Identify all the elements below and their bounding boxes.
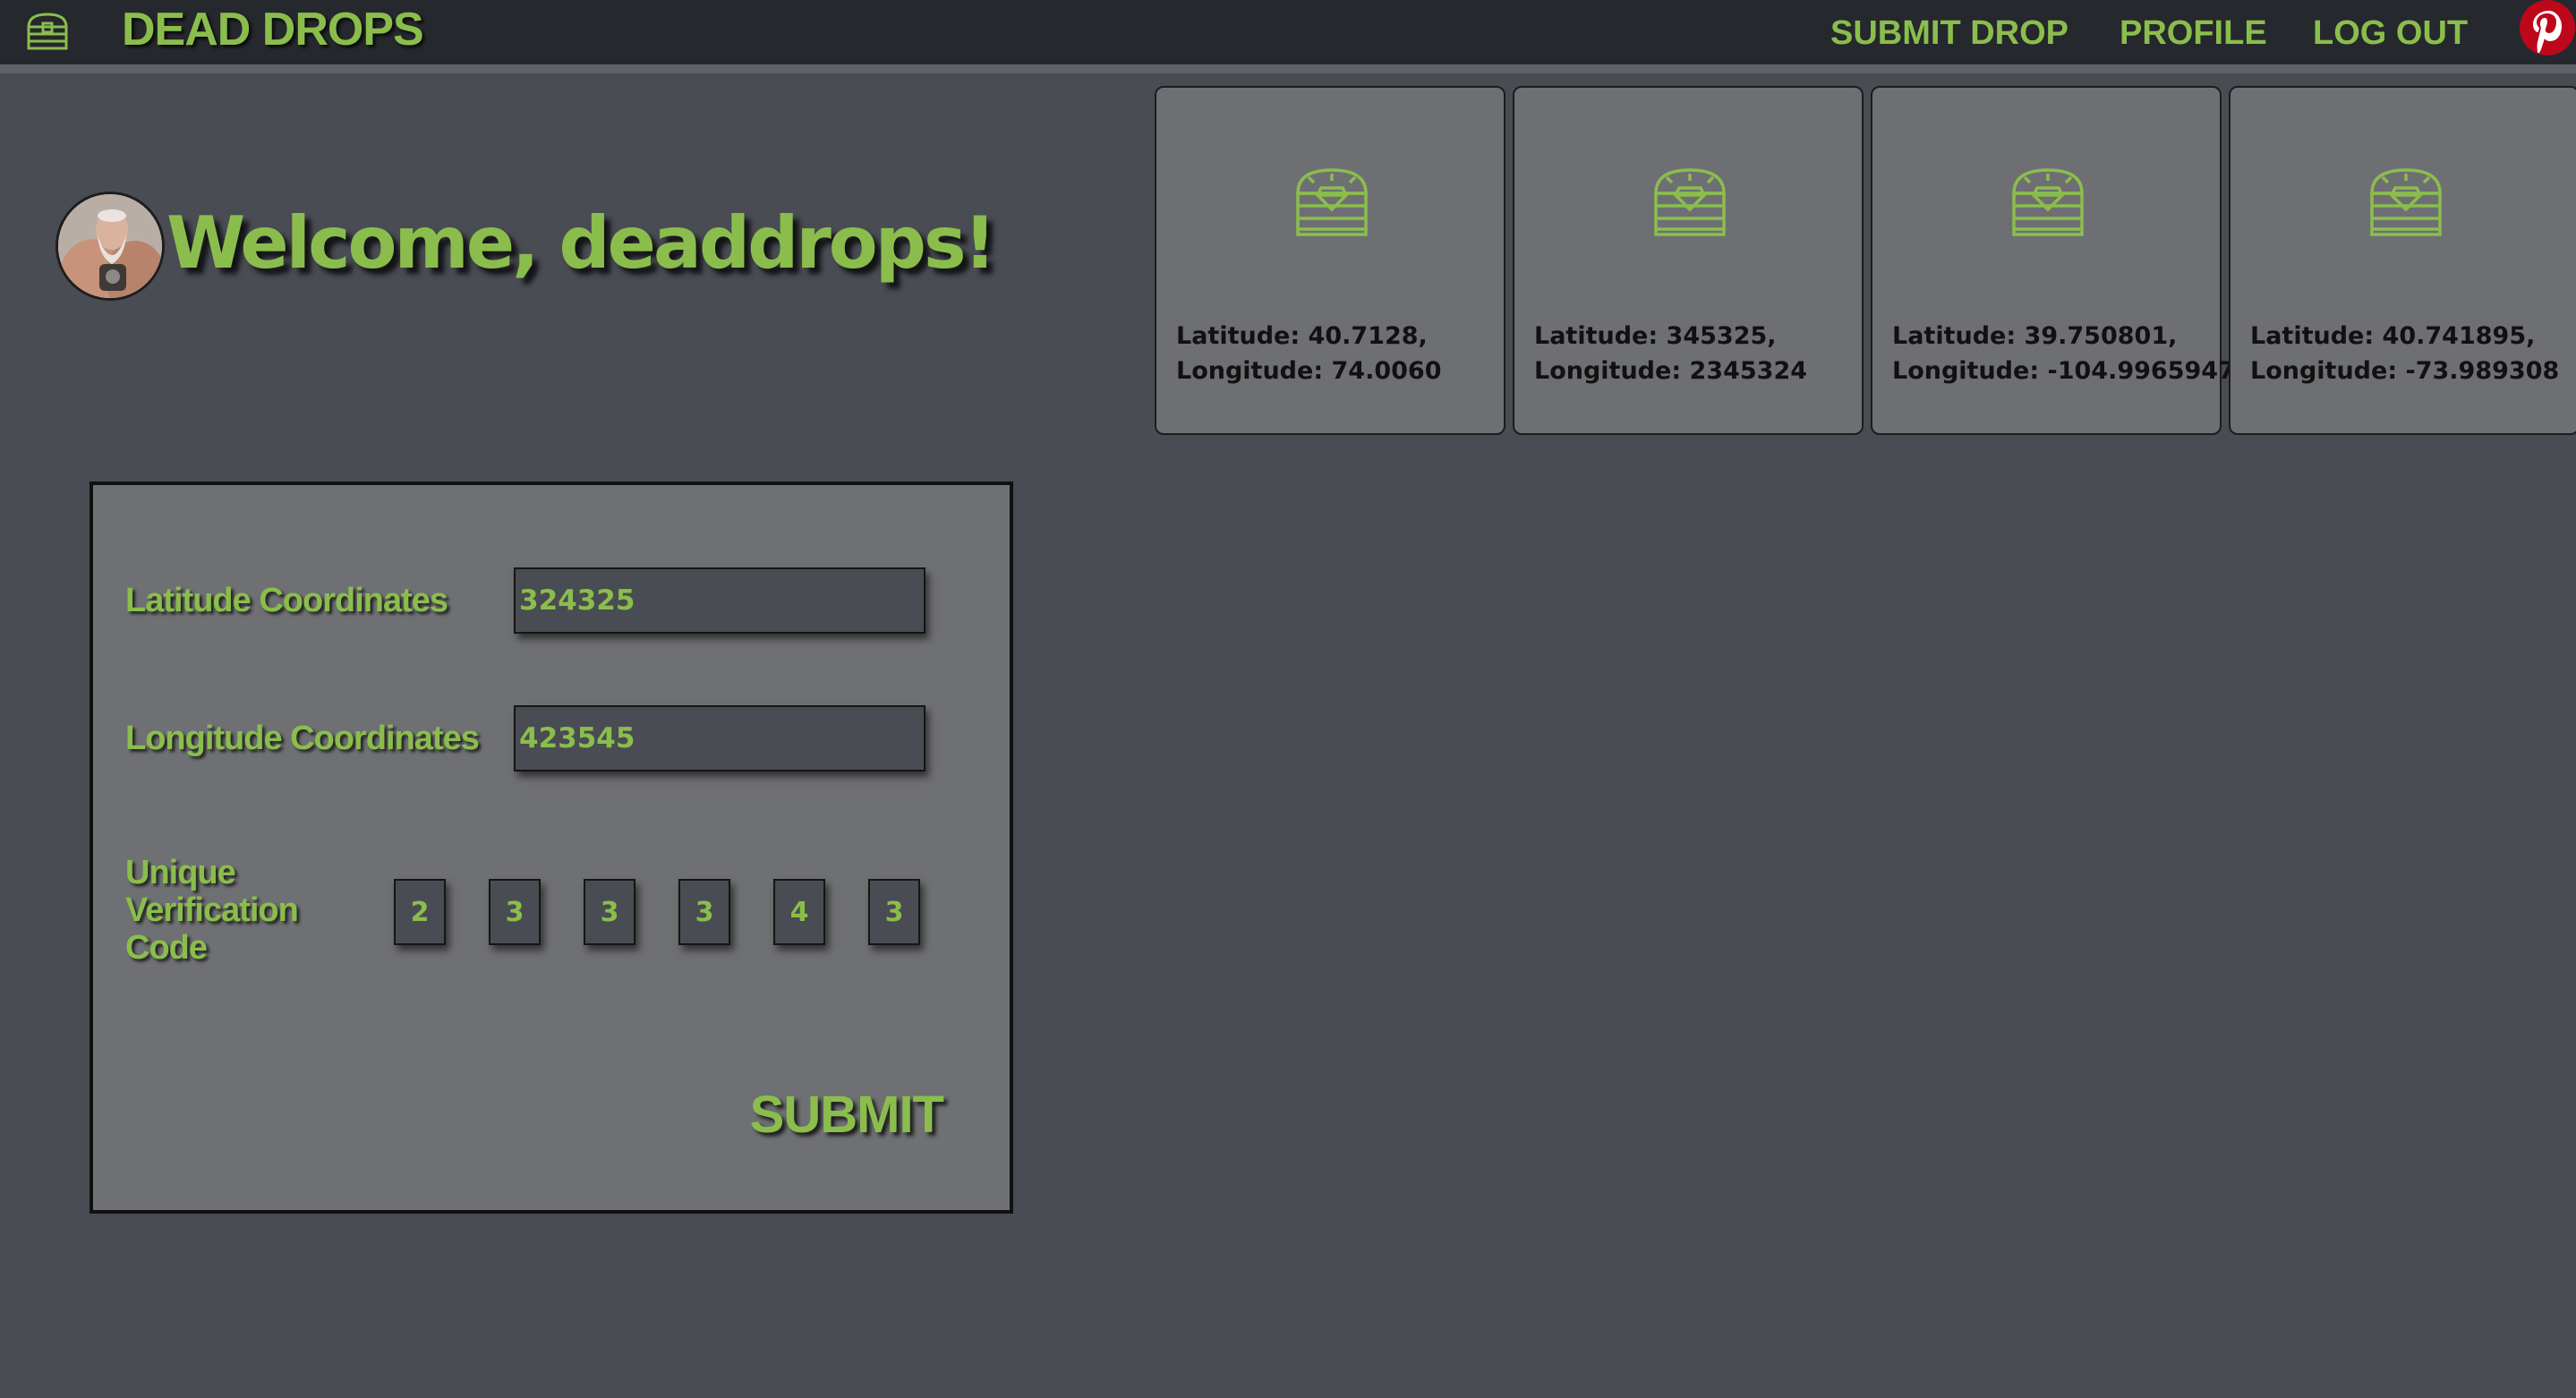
nav-profile-link[interactable]: PROFILE bbox=[2120, 11, 2267, 55]
drop-longitude: Longitude: 74.0060 bbox=[1176, 357, 1442, 385]
treasure-chest-icon bbox=[1296, 168, 1368, 236]
nav-submit-drop-link[interactable]: SUBMIT DROP bbox=[1830, 11, 2068, 55]
drop-longitude: Longitude: 2345324 bbox=[1534, 357, 1808, 385]
verification-digit-input[interactable] bbox=[584, 879, 635, 945]
drop-card[interactable]: Latitude: 40.7128, Longitude: 74.0060 bbox=[1155, 86, 1506, 435]
drop-card[interactable]: Latitude: 39.750801, Longitude: -104.996… bbox=[1871, 86, 2235, 435]
user-avatar-image bbox=[58, 194, 162, 298]
drop-latitude: Latitude: 40.7128, bbox=[1176, 322, 1428, 350]
treasure-chest-icon bbox=[1654, 168, 1726, 236]
verification-digit-input[interactable] bbox=[489, 879, 541, 945]
latitude-input[interactable] bbox=[514, 567, 925, 634]
treasure-chest-icon[interactable] bbox=[23, 7, 72, 55]
drop-coordinates: Latitude: 345325, Longitude: 2345324 bbox=[1534, 319, 1874, 388]
pinterest-icon[interactable] bbox=[2517, 0, 2576, 55]
drop-latitude: Latitude: 39.750801, bbox=[1892, 322, 2178, 350]
treasure-chest-icon bbox=[2012, 168, 2084, 236]
verification-digit-input[interactable] bbox=[868, 879, 920, 945]
drop-coordinates: Latitude: 39.750801, Longitude: -104.996… bbox=[1892, 319, 2235, 388]
drop-longitude: Longitude: -104.9965947 bbox=[1892, 357, 2235, 385]
treasure-chest-icon bbox=[2370, 168, 2442, 236]
drop-latitude: Latitude: 345325, bbox=[1534, 322, 1777, 350]
verification-digit-input[interactable] bbox=[394, 879, 446, 945]
drop-coordinates: Latitude: 40.7128, Longitude: 74.0060 bbox=[1176, 319, 1516, 388]
drop-card[interactable]: Latitude: 40.741895, Longitude: -73.9893… bbox=[2229, 86, 2576, 435]
latitude-label: Latitude Coordinates bbox=[125, 582, 448, 619]
drop-longitude: Longitude: -73.989308 bbox=[2250, 357, 2560, 385]
submit-drop-form: Latitude Coordinates Longitude Coordinat… bbox=[90, 482, 1013, 1214]
nav-log-out-link[interactable]: LOG OUT bbox=[2313, 11, 2468, 55]
verification-digit-input[interactable] bbox=[773, 879, 825, 945]
welcome-heading: Welcome, deaddrops! bbox=[166, 201, 996, 285]
longitude-input[interactable] bbox=[514, 705, 925, 771]
longitude-label: Longitude Coordinates bbox=[125, 720, 480, 757]
submit-button[interactable]: SUBMIT bbox=[729, 1083, 944, 1146]
drop-card[interactable]: Latitude: 345325, Longitude: 2345324 bbox=[1513, 86, 1864, 435]
verification-code-label: Unique Verification Code bbox=[125, 854, 299, 967]
avatar bbox=[55, 192, 165, 301]
drop-coordinates: Latitude: 40.741895, Longitude: -73.9893… bbox=[2250, 319, 2576, 388]
verification-digit-input[interactable] bbox=[678, 879, 730, 945]
top-navbar: DEAD DROPS SUBMIT DROP PROFILE LOG OUT bbox=[0, 0, 2576, 73]
drop-latitude: Latitude: 40.741895, bbox=[2250, 322, 2536, 350]
brand-title[interactable]: DEAD DROPS bbox=[122, 0, 424, 59]
